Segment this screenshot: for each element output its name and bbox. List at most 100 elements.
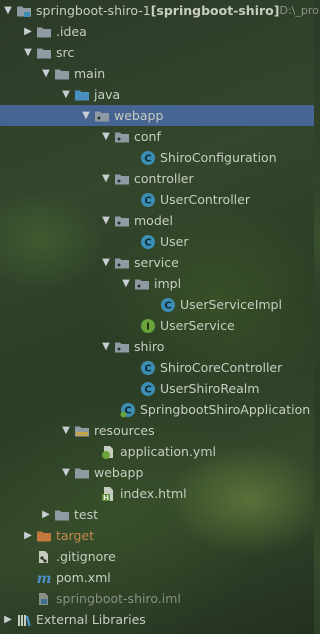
tree-label: .gitignore: [56, 549, 116, 564]
tree-row-src[interactable]: ▼ src: [0, 42, 314, 63]
tree-label: impl: [154, 276, 182, 291]
tree-row-target[interactable]: ▶ target: [0, 525, 314, 546]
java-class-icon: C: [141, 360, 155, 375]
html-file-icon: H: [102, 486, 113, 502]
package-icon: [135, 279, 149, 289]
expand-arrow-icon[interactable]: ▼: [22, 42, 34, 63]
project-name: springboot-shiro-1: [36, 3, 151, 18]
svg-text:C: C: [164, 300, 171, 311]
source-folder-icon: [75, 90, 89, 100]
collapsed-arrow-icon[interactable]: ▶: [22, 525, 34, 546]
folder-icon: [37, 27, 51, 37]
tree-row-impl[interactable]: ▼ impl: [0, 273, 314, 294]
package-icon: [95, 111, 109, 121]
tree-label: .idea: [56, 24, 87, 39]
tree-label: src: [56, 45, 75, 60]
module-file-icon: [39, 592, 48, 605]
expand-arrow-icon[interactable]: ▼: [40, 63, 52, 84]
package-icon: [115, 132, 129, 142]
tree-row-shiro-configuration[interactable]: C ShiroConfiguration: [0, 147, 314, 168]
tree-label: controller: [134, 171, 194, 186]
tree-row-conf[interactable]: ▼ conf: [0, 126, 314, 147]
expand-arrow-icon[interactable]: ▼: [60, 420, 72, 441]
tree-label: target: [56, 528, 95, 543]
tree-row-shiro[interactable]: ▼ shiro: [0, 336, 314, 357]
tree-label: ShiroCoreController: [160, 360, 283, 375]
tree-row-webapp-package[interactable]: ▼ webapp: [0, 105, 314, 126]
tree-label: model: [134, 213, 173, 228]
tree-row-gitignore[interactable]: .gitignore: [0, 546, 314, 567]
module-name: [springboot-shiro]: [150, 3, 280, 18]
tree-row-user-controller[interactable]: C UserController: [0, 189, 314, 210]
package-icon: [115, 216, 129, 226]
tree-row-index-html[interactable]: H index.html: [0, 483, 314, 504]
java-class-icon: C: [161, 297, 175, 312]
tree-row-controller[interactable]: ▼ controller: [0, 168, 314, 189]
tree-row-service[interactable]: ▼ service: [0, 252, 314, 273]
tree-row-shiro-core-controller[interactable]: C ShiroCoreController: [0, 357, 314, 378]
tree-label: index.html: [120, 486, 187, 501]
tree-row-springboot-shiro-application[interactable]: C SpringbootShiroApplication: [0, 399, 314, 420]
tree-row-java[interactable]: ▼ java: [0, 84, 314, 105]
tree-label: User: [160, 234, 189, 249]
tree-label: application.yml: [120, 444, 216, 459]
tree-row-user-service[interactable]: I UserService: [0, 315, 314, 336]
tree-label: webapp: [114, 108, 164, 123]
java-interface-icon: I: [141, 318, 155, 333]
tree-row-user[interactable]: C User: [0, 231, 314, 252]
expand-arrow-icon[interactable]: ▼: [2, 0, 14, 21]
expand-arrow-icon[interactable]: ▼: [80, 105, 92, 126]
tree-label: pom.xml: [56, 570, 111, 585]
svg-text:C: C: [144, 195, 151, 206]
tree-label: External Libraries: [36, 612, 146, 627]
tree-row-user-shiro-realm[interactable]: C UserShiroRealm: [0, 378, 314, 399]
package-icon: [115, 258, 129, 268]
expand-arrow-icon[interactable]: ▼: [100, 126, 112, 147]
folder-icon: [75, 468, 89, 478]
expand-arrow-icon[interactable]: ▼: [100, 336, 112, 357]
collapsed-arrow-icon[interactable]: ▶: [40, 504, 52, 525]
tree-label: SpringbootShiroApplication: [140, 402, 311, 417]
tree-row-main[interactable]: ▼ main: [0, 63, 314, 84]
expand-arrow-icon[interactable]: ▼: [60, 462, 72, 483]
expand-arrow-icon[interactable]: ▼: [100, 210, 112, 231]
java-class-icon: C: [141, 234, 155, 249]
tree-row-webapp-dir[interactable]: ▼ webapp: [0, 462, 314, 483]
tree-row-model[interactable]: ▼ model: [0, 210, 314, 231]
folder-icon: [37, 48, 51, 58]
java-class-icon: C: [141, 381, 155, 396]
svg-text:H: H: [103, 494, 109, 502]
tree-label: webapp: [94, 465, 144, 480]
tree-label: springboot-shiro.iml: [56, 591, 181, 606]
tree-row-iml[interactable]: springboot-shiro.iml: [0, 588, 314, 609]
collapsed-arrow-icon[interactable]: ▶: [2, 609, 14, 630]
project-path: D:\_pro: [279, 4, 319, 17]
expand-arrow-icon[interactable]: ▼: [120, 273, 132, 294]
tree-row-root[interactable]: ▼ springboot-shiro-1 [springboot-shiro] …: [0, 0, 319, 21]
git-file-icon: [39, 550, 48, 563]
folder-icon: [55, 69, 69, 79]
tree-row-external-libraries[interactable]: ▶ External Libraries: [0, 609, 314, 630]
folder-icon: [55, 510, 69, 520]
svg-text:C: C: [144, 363, 151, 374]
resources-folder-icon: [75, 426, 89, 436]
java-class-icon: C: [141, 192, 155, 207]
svg-text:C: C: [144, 153, 151, 164]
svg-text:m: m: [37, 571, 52, 586]
tree-row-pom-xml[interactable]: m pom.xml: [0, 567, 314, 588]
expand-arrow-icon[interactable]: ▼: [100, 168, 112, 189]
expand-arrow-icon[interactable]: ▼: [100, 252, 112, 273]
collapsed-arrow-icon[interactable]: ▶: [22, 21, 34, 42]
tree-row-application-yml[interactable]: application.yml: [0, 441, 314, 462]
expand-arrow-icon[interactable]: ▼: [60, 84, 72, 105]
tree-row-idea[interactable]: ▶ .idea: [0, 21, 314, 42]
project-tree: ▼ springboot-shiro-1 [springboot-shiro] …: [0, 0, 319, 634]
tree-row-resources[interactable]: ▼ resources: [0, 420, 314, 441]
tree-label: ShiroConfiguration: [160, 150, 277, 165]
spring-config-file-icon: [102, 445, 113, 459]
tree-row-user-service-impl[interactable]: C UserServiceImpl: [0, 294, 314, 315]
tree-row-test[interactable]: ▶ test: [0, 504, 314, 525]
spring-boot-class-icon: C: [120, 402, 135, 417]
tree-label: resources: [94, 423, 155, 438]
tree-label: main: [74, 66, 106, 81]
